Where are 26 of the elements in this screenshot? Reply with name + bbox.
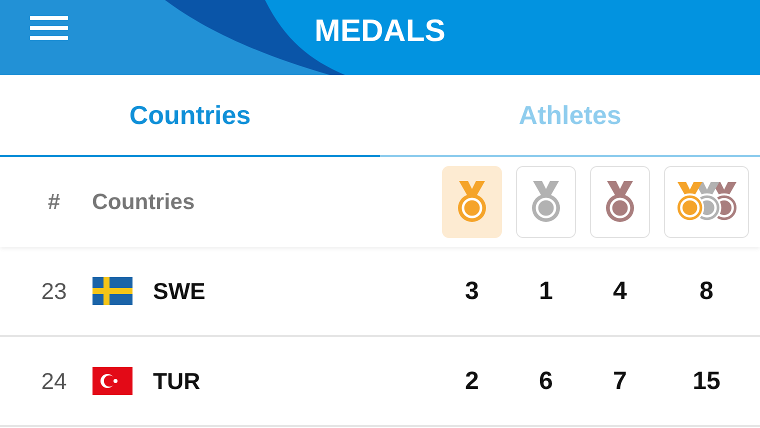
medal-icon [531,181,561,223]
medals-icon [674,182,738,222]
medal-count: 4 [612,276,628,306]
medal-count: 3 [464,276,480,306]
rank-heading: # [46,189,62,215]
medal-count: 8 [698,276,714,306]
flag-icon [92,367,133,395]
medal-sort-button[interactable] [442,166,502,238]
medal-sort-button[interactable] [516,166,576,238]
medal-count: 7 [612,366,628,396]
country-code: SWE [153,278,206,304]
flag-icon [92,277,133,305]
country-heading: Countries [92,189,196,215]
medal-count: 6 [538,366,554,396]
rank-cell-text: 24 [40,368,68,394]
medal-icon [457,181,487,223]
menu-icon[interactable] [30,16,68,40]
country-code: TUR [153,368,200,394]
medal-icon [605,181,635,223]
medal-count: 1 [538,276,554,306]
total-sort-button[interactable] [664,166,749,238]
medal-count: 15 [692,366,722,396]
medal-count: 2 [464,366,480,396]
rank-cell-text: 23 [40,278,68,304]
medal-sort-button[interactable] [590,166,650,238]
page-title: MEDALS [314,13,446,49]
